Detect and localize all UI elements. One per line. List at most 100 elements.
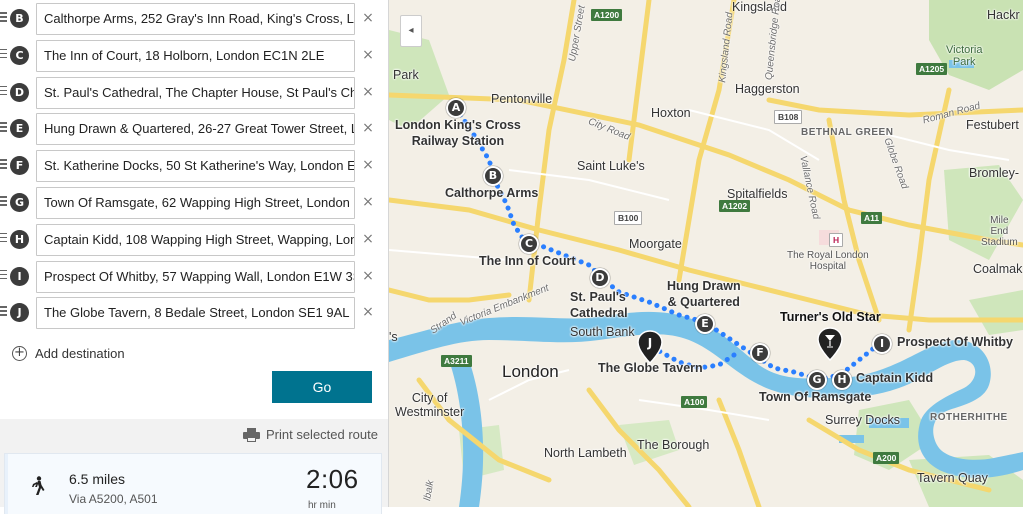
waypoint-pin-j[interactable]: J [637, 330, 663, 364]
pin-label-i: Prospect Of Whitby [897, 335, 1013, 349]
stop-address-input[interactable]: Hung Drawn & Quartered, 26-27 Great Towe… [36, 113, 355, 146]
stop-letter-badge: H [10, 229, 29, 249]
collapse-panel-button[interactable]: ◂ [400, 15, 422, 47]
waypoint-pin-j-letter: J [647, 336, 652, 350]
route-results: Print selected route 6.5 miles Via A5200… [0, 419, 388, 514]
stop-row-i: I Prospect Of Whitby, 57 Wapping Wall, Lo… [0, 260, 389, 293]
stop-row-e: E Hung Drawn & Quartered, 26-27 Great Tow… [0, 113, 389, 146]
printer-icon [242, 427, 260, 442]
remove-stop-icon[interactable]: × [361, 303, 375, 321]
drag-handle-icon[interactable] [0, 122, 7, 134]
stop-address-input[interactable]: Captain Kidd, 108 Wapping High Street, W… [36, 223, 355, 256]
map-label-victoria-park: Victoria Park [946, 44, 983, 68]
drag-handle-icon[interactable] [0, 232, 7, 245]
stop-address-input[interactable]: St. Katherine Docks, 50 St Katherine's W… [36, 150, 355, 183]
stop-address-input[interactable]: Calthorpe Arms, 252 Gray's Inn Road, Kin… [36, 3, 355, 35]
map-label-spitalfields: Spitalfields [727, 187, 788, 201]
waypoint-pin-e[interactable]: E [695, 314, 715, 334]
cocktail-poi-pin[interactable] [817, 327, 843, 361]
map-label-bethnal-green: BETHNAL GREEN [801, 127, 894, 138]
stop-letter-badge: C [10, 45, 29, 65]
drag-handle-icon[interactable] [0, 48, 7, 61]
stop-row-j: J The Globe Tavern, 8 Bedale Street, Lond… [0, 297, 389, 330]
map-label-mile-end: Mile End Stadium [981, 215, 1018, 248]
pin-label-a: London King's Cross Railway Station [395, 118, 521, 148]
map-label-rotherhithe: ROTHERHITHE [930, 412, 1008, 423]
waypoint-pin-c[interactable]: C [519, 234, 539, 254]
map-label-north-lambeth: North Lambeth [544, 446, 627, 460]
stop-address-input[interactable]: The Inn of Court, 18 Holborn, London EC1… [36, 39, 355, 72]
remove-stop-icon[interactable]: × [361, 193, 375, 211]
route-time-units: hr min [308, 500, 336, 511]
walking-icon [32, 476, 45, 495]
remove-stop-icon[interactable]: × [361, 119, 375, 137]
remove-stop-icon[interactable]: × [361, 230, 375, 248]
stop-row-c: C The Inn of Court, 18 Holborn, London EC… [0, 39, 389, 72]
waypoint-pin-g[interactable]: G [807, 370, 827, 390]
stop-row-f: F St. Katherine Docks, 50 St Katherine's … [0, 150, 389, 183]
pin-label-c: The Inn of Court [479, 254, 576, 268]
stop-letter-badge: F [10, 156, 29, 176]
pin-label-d: St. Paul's Cathedral [570, 290, 628, 320]
road-shield-a200: A200 [873, 452, 900, 464]
drag-handle-icon[interactable] [0, 306, 7, 318]
road-shield-b100: B100 [614, 211, 643, 225]
map-label-bromley: Bromley- [969, 166, 1020, 180]
add-destination-button[interactable]: + Add destination [12, 343, 125, 363]
map-label-haggerston: Haggerston [735, 82, 800, 96]
map-label-s: 's [389, 330, 398, 344]
waypoint-pin-i[interactable]: I [872, 334, 892, 354]
route-distance: 6.5 miles [69, 471, 126, 487]
road-shield-a11: A11 [861, 212, 883, 224]
drag-handle-icon[interactable] [0, 12, 7, 24]
stop-letter-badge: B [10, 9, 29, 28]
directions-panel: B Calthorpe Arms, 252 Gray's Inn Road, Ki… [0, 0, 389, 514]
road-shield-a1202: A1202 [719, 200, 751, 212]
map-label-hoxton: Hoxton [651, 106, 691, 120]
remove-stop-icon[interactable]: × [361, 156, 375, 174]
go-button[interactable]: Go [272, 371, 372, 403]
remove-stop-icon[interactable]: × [361, 267, 375, 285]
map-label-festubert: Festubert [966, 118, 1019, 132]
stop-letter-badge: E [10, 119, 29, 139]
stop-address-input[interactable]: St. Paul's Cathedral, The Chapter House,… [36, 76, 355, 109]
pin-label-j: The Globe Tavern [598, 361, 703, 375]
drag-handle-icon[interactable] [0, 85, 7, 98]
map-label-moorgate: Moorgate [629, 237, 682, 251]
stop-address-input[interactable]: Prospect Of Whitby, 57 Wapping Wall, Lon… [36, 260, 355, 293]
stop-letter-badge: I [10, 266, 29, 286]
pin-label-e: Hung Drawn & Quartered [667, 279, 741, 309]
drag-handle-icon[interactable] [0, 196, 7, 208]
map-label-pentonville: Pentonville [491, 92, 553, 106]
plus-icon: + [12, 345, 27, 361]
remove-stop-icon[interactable]: × [361, 9, 375, 27]
stop-row-b: B Calthorpe Arms, 252 Gray's Inn Road, Ki… [0, 3, 389, 35]
print-route-button[interactable]: Print selected route [242, 427, 378, 442]
road-shield-a100: A100 [681, 396, 708, 408]
waypoint-pin-b[interactable]: B [483, 166, 503, 186]
route-summary-card[interactable]: 6.5 miles Via A5200, A501 2:06 hr min [5, 454, 381, 514]
waypoint-pin-a[interactable]: A [446, 98, 466, 118]
stop-address-input[interactable]: The Globe Tavern, 8 Bedale Street, Londo… [36, 297, 355, 330]
drag-handle-icon[interactable] [0, 269, 7, 282]
hospital-icon[interactable]: H [829, 233, 844, 247]
remove-stop-icon[interactable]: × [361, 83, 375, 101]
pin-label-turners-old-star: Turner's Old Star [780, 310, 881, 324]
stop-row-d: D St. Paul's Cathedral, The Chapter House… [0, 76, 389, 109]
map-label-tavern-quay: Tavern Quay [917, 471, 988, 485]
pin-label-b: Calthorpe Arms [445, 186, 539, 200]
remove-stop-icon[interactable]: × [361, 46, 375, 64]
drag-handle-icon[interactable] [0, 159, 7, 171]
pin-label-g: Town Of Ramsgate [759, 390, 872, 404]
map-label-park: Park [393, 68, 419, 82]
waypoint-pin-h[interactable]: H [832, 370, 852, 390]
waypoint-pin-d[interactable]: D [590, 268, 610, 288]
map-canvas[interactable]: Kingsland Hackr Victoria Park Park Pento… [389, 0, 1023, 507]
waypoint-pin-f[interactable]: F [750, 343, 770, 363]
map-label-saint-lukes: Saint Luke's [577, 159, 645, 173]
road-shield-a1205: A1205 [916, 63, 948, 75]
stop-address-input[interactable]: Town Of Ramsgate, 62 Wapping High Street… [36, 187, 355, 219]
map-label-coalmak: Coalmak [973, 262, 1023, 276]
road-shield-a3211: A3211 [441, 355, 472, 367]
map-label-city-of-westminster: City of Westminster [395, 391, 465, 419]
